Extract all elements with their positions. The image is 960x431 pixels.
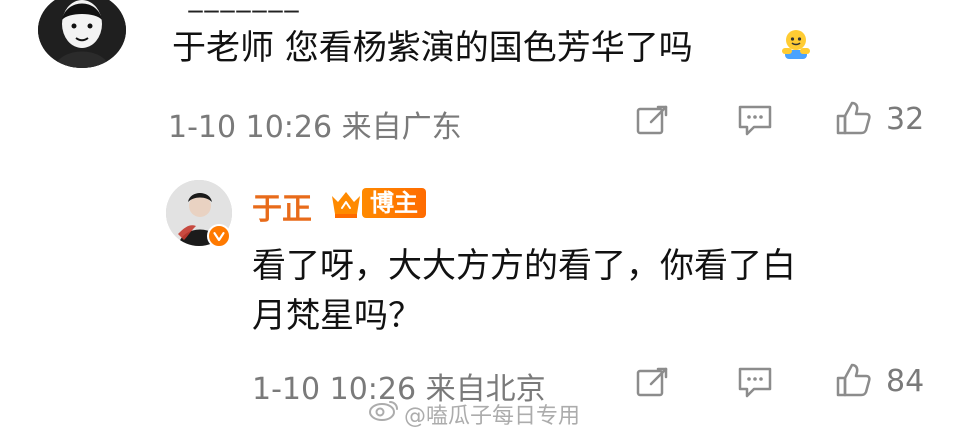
- like-icon[interactable]: [832, 97, 874, 139]
- reply-text-line-1: 看了呀，大大方方的看了，你看了白: [252, 246, 796, 286]
- reply-author-name[interactable]: 于正: [252, 184, 312, 228]
- watermark-text: @嗑瓜子每日专用: [404, 404, 581, 429]
- hug-emoji-icon: [778, 26, 814, 62]
- owner-badge: 博主: [328, 186, 426, 220]
- reply-text-line-2: 月梵星吗？: [252, 296, 422, 336]
- comment-like-count: 32: [886, 102, 925, 137]
- reply-comment-icon[interactable]: [736, 363, 774, 401]
- commenter-avatar[interactable]: [38, 0, 126, 68]
- verified-v-icon: [207, 224, 231, 248]
- crown-icon: [328, 186, 364, 220]
- weibo-logo-icon: [368, 398, 400, 422]
- commenter-avatar-image: [38, 0, 126, 68]
- repost-icon[interactable]: [634, 102, 670, 138]
- reply-like-count: 84: [886, 364, 925, 399]
- comment-meta: 1-10 10:26 来自广东: [168, 110, 462, 145]
- reply-repost-icon[interactable]: [634, 364, 670, 400]
- reply-like-icon[interactable]: [832, 359, 874, 401]
- reply-icon[interactable]: [736, 101, 774, 139]
- commenter-name-partial[interactable]: “_______”: [172, 0, 317, 13]
- owner-badge-label: 博主: [362, 188, 426, 218]
- comment-text: 于老师 您看杨紫演的国色芳华了吗: [172, 28, 693, 68]
